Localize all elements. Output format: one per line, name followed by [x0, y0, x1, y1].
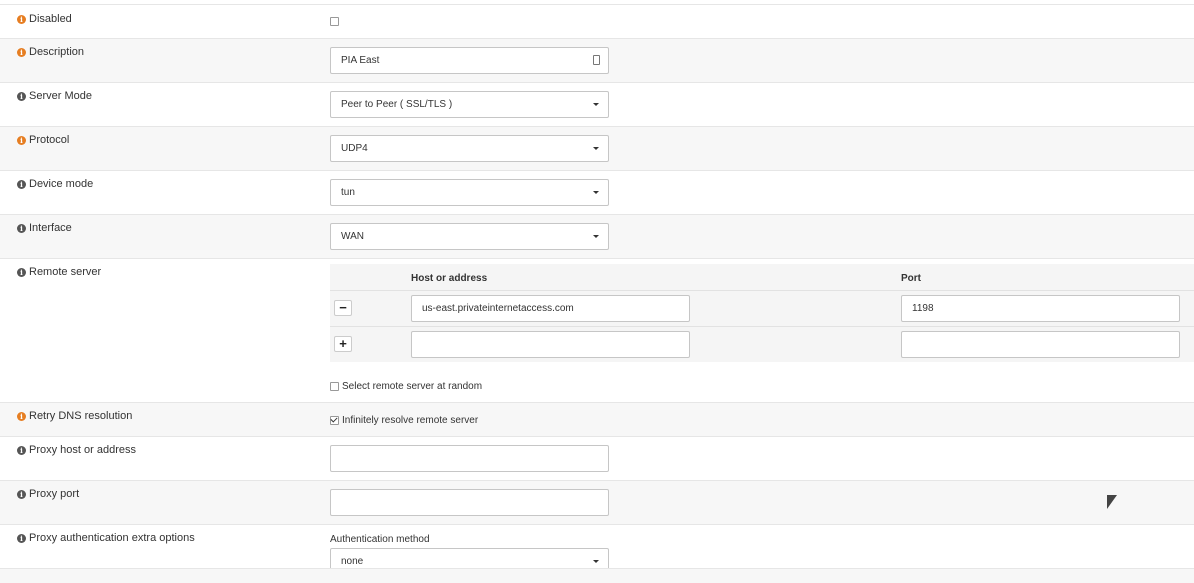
- label-proxy-auth: i Proxy authentication extra options: [17, 532, 195, 544]
- caret-down-icon: [593, 147, 599, 150]
- row-server-mode: i Server Mode Peer to Peer ( SSL/TLS ): [0, 82, 1194, 126]
- info-icon[interactable]: i: [17, 91, 26, 101]
- row-description: i Description PIA East: [0, 38, 1194, 82]
- info-icon[interactable]: i: [17, 411, 26, 421]
- label-description: i Description: [17, 46, 84, 58]
- caret-down-icon: [593, 191, 599, 194]
- info-icon[interactable]: i: [17, 223, 26, 233]
- remote-host-input[interactable]: us-east.privateinternetaccess.com: [411, 295, 690, 322]
- device-mode-select[interactable]: tun: [330, 179, 609, 206]
- caret-down-icon: [593, 103, 599, 106]
- retry-dns-checkbox[interactable]: [330, 415, 339, 425]
- auth-method-label: Authentication method: [330, 534, 430, 545]
- remove-row-button[interactable]: −: [334, 300, 352, 316]
- info-icon[interactable]: i: [17, 267, 26, 277]
- row-disabled: i Disabled: [0, 4, 1194, 38]
- server-mode-select[interactable]: Peer to Peer ( SSL/TLS ): [330, 91, 609, 118]
- row-device-mode: i Device mode tun: [0, 170, 1194, 214]
- remote-server-table: Host or address Port − us-east.privatein…: [330, 264, 1194, 362]
- caret-down-icon: [593, 560, 599, 563]
- label-proxy-port: i Proxy port: [17, 488, 79, 500]
- row-interface: i Interface WAN: [0, 214, 1194, 258]
- info-icon[interactable]: i: [17, 179, 26, 189]
- proxy-host-input[interactable]: [330, 445, 609, 472]
- caret-down-icon: [593, 235, 599, 238]
- row-remote-server: i Remote server Host or address Port − u…: [0, 258, 1194, 402]
- table-divider: [330, 326, 1194, 327]
- page-bottom: [0, 568, 1194, 583]
- remote-port-input[interactable]: 1198: [901, 295, 1180, 322]
- label-device-mode: i Device mode: [17, 178, 93, 190]
- label-disabled: i Disabled: [17, 13, 72, 25]
- retry-dns-option[interactable]: Infinitely resolve remote server: [330, 414, 478, 426]
- label-protocol: i Protocol: [17, 134, 69, 146]
- row-proxy-host: i Proxy host or address: [0, 436, 1194, 480]
- remote-host-input-new[interactable]: [411, 331, 690, 358]
- info-icon[interactable]: i: [17, 445, 26, 455]
- description-input[interactable]: PIA East: [330, 47, 609, 74]
- label-remote-server: i Remote server: [17, 266, 101, 278]
- table-divider: [330, 290, 1194, 291]
- label-interface: i Interface: [17, 222, 72, 234]
- label-server-mode: i Server Mode: [17, 90, 92, 102]
- column-header-port: Port: [901, 273, 921, 284]
- info-icon[interactable]: i: [17, 489, 26, 499]
- row-protocol: i Protocol UDP4: [0, 126, 1194, 170]
- protocol-select[interactable]: UDP4: [330, 135, 609, 162]
- info-icon[interactable]: i: [17, 14, 26, 24]
- remote-port-input-new[interactable]: [901, 331, 1180, 358]
- random-remote-checkbox[interactable]: [330, 381, 339, 391]
- label-retry-dns: i Retry DNS resolution: [17, 410, 132, 422]
- row-proxy-port: i Proxy port: [0, 480, 1194, 524]
- row-proxy-auth: i Proxy authentication extra options Aut…: [0, 524, 1194, 568]
- info-icon[interactable]: i: [17, 135, 26, 145]
- add-row-button[interactable]: +: [334, 336, 352, 352]
- info-icon[interactable]: i: [17, 47, 26, 57]
- clipboard-icon: [593, 55, 600, 65]
- mouse-cursor-icon: [1107, 495, 1117, 509]
- interface-select[interactable]: WAN: [330, 223, 609, 250]
- info-icon[interactable]: i: [17, 533, 26, 543]
- row-retry-dns: i Retry DNS resolution Infinitely resolv…: [0, 402, 1194, 436]
- proxy-port-input[interactable]: [330, 489, 609, 516]
- label-proxy-host: i Proxy host or address: [17, 444, 136, 456]
- random-remote-option[interactable]: Select remote server at random: [330, 380, 482, 392]
- column-header-host: Host or address: [411, 273, 488, 284]
- auth-method-select[interactable]: none: [330, 548, 609, 568]
- disabled-checkbox[interactable]: [330, 17, 339, 26]
